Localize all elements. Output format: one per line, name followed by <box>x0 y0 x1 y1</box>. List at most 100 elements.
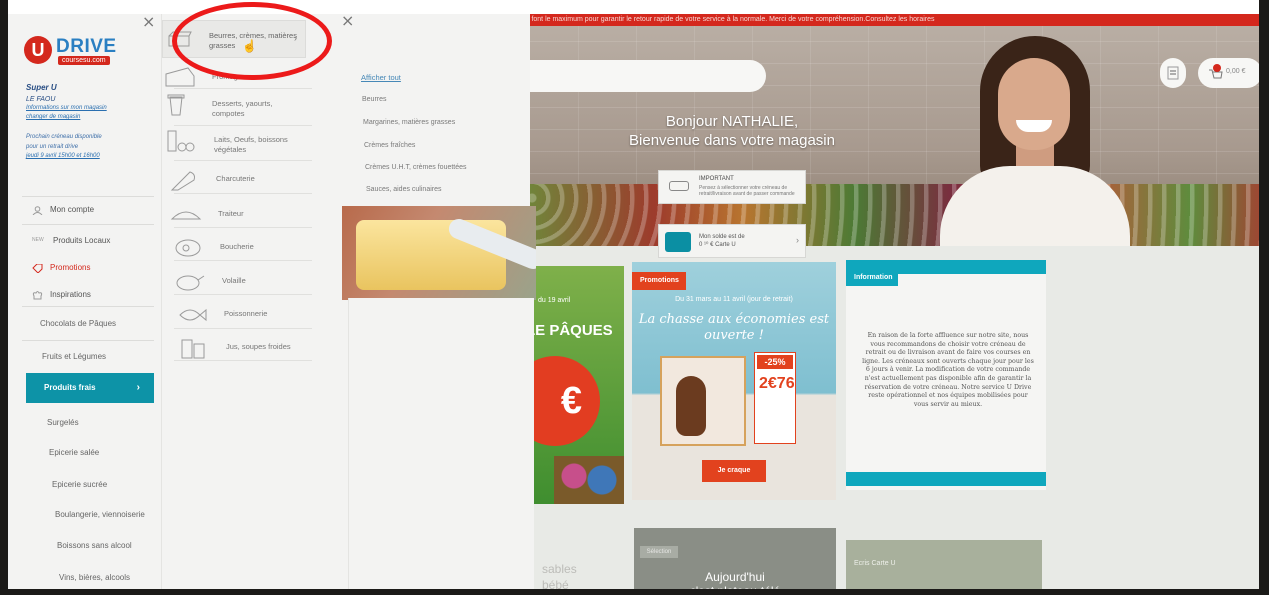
divider <box>174 125 312 126</box>
divider <box>174 328 312 329</box>
notepad-icon <box>1167 66 1179 80</box>
close-icon[interactable]: × <box>341 13 354 29</box>
cart-icon <box>1209 69 1223 79</box>
category-surgeles[interactable]: Surgelés <box>47 418 79 427</box>
menu-label: Produits Locaux <box>53 236 111 245</box>
important-title: IMPORTANT <box>699 176 734 182</box>
category-boulangerie[interactable]: Boulangerie, viennoiserie <box>55 510 145 519</box>
welcome-line: Bienvenue dans votre magasin <box>629 132 835 149</box>
promotions-tag: Promotions <box>632 272 686 290</box>
panel-separator <box>340 14 348 595</box>
menu-item-mon-compte[interactable]: Mon compte <box>32 205 94 216</box>
divider <box>22 196 154 197</box>
subcategory-jus[interactable]: Jus, soupes froides <box>181 339 291 359</box>
subcategory-label: Laits, Oeufs, boissons végétales <box>214 135 288 154</box>
screen-bezel <box>1259 0 1269 595</box>
divider <box>174 294 312 295</box>
store-name: Super U <box>26 83 57 92</box>
subcategory-poissonnerie[interactable]: Poissonnerie <box>179 308 267 322</box>
promotions-card[interactable]: Promotions Du 31 mars au 11 avril (jour … <box>632 262 836 500</box>
information-card: Information En raison de la forte afflue… <box>846 260 1046 490</box>
cart-button[interactable]: 0,00 € <box>1198 58 1262 88</box>
easter-promo-title: LE PÂQUES <box>534 322 613 339</box>
logo-name: DRIVE <box>56 36 117 57</box>
category-vins[interactable]: Vins, bières, alcools <box>59 573 130 582</box>
subcategory-traiteur[interactable]: Traiteur <box>170 209 244 220</box>
traiteur-icon <box>170 211 202 220</box>
chef-hat-icon <box>32 290 43 300</box>
change-store-link[interactable]: changer de magasin <box>26 114 80 120</box>
search-input[interactable] <box>520 60 766 92</box>
menu-label: Inspirations <box>50 290 91 299</box>
plateau-line1: Aujourd'hui <box>705 570 765 584</box>
je-craque-button[interactable]: Je craque <box>702 460 766 482</box>
subcategory-label: Desserts, yaourts, compotes <box>212 99 273 118</box>
carte-u-tile[interactable]: Ecris Carte U <box>846 540 1042 595</box>
subsub-item[interactable]: Crèmes fraîches <box>364 142 415 149</box>
subcategory-volaille[interactable]: Volaille <box>176 275 246 291</box>
easter-promo-banner[interactable]: du 19 avril LE PÂQUES € <box>534 266 624 504</box>
u-drive-logo[interactable]: U DRIVE coursesu.com <box>24 36 116 66</box>
subcategory-label: Charcuterie <box>216 174 255 183</box>
menu-item-inspirations[interactable]: Inspirations <box>32 290 91 300</box>
subsub-item[interactable]: Sauces, aides culinaires <box>366 186 442 193</box>
category-label: Produits frais <box>44 383 96 392</box>
subcategory-laits-oeufs[interactable]: Laits, Oeufs, boissons végétales <box>167 130 304 155</box>
promotions-date: Du 31 mars au 11 avril (jour de retrait) <box>675 296 793 303</box>
shopping-list-button[interactable] <box>1160 58 1186 88</box>
plateau-tele-tile[interactable]: Sélection Aujourd'hui c'est plateau-télé <box>634 528 836 595</box>
show-all-link[interactable]: Afficher tout <box>361 73 401 82</box>
logo-letter: U <box>24 36 52 64</box>
subsub-item[interactable]: Crèmes U.H.T, crèmes fouettées <box>365 164 467 171</box>
price-offer-box: -25% 2€76 <box>754 352 796 444</box>
balance-line2: 0 ¹⁰ € Carte U <box>699 242 736 248</box>
vegetable-stall <box>520 184 1265 246</box>
store-city: LE FAOU <box>26 96 56 103</box>
menu-label: Promotions <box>50 263 91 272</box>
information-text: En raison de la forte affluence sur notr… <box>862 332 1034 408</box>
close-icon[interactable]: × <box>142 14 155 30</box>
divider <box>174 88 312 89</box>
screen-photo: s font le maximum pour garantir le retou… <box>0 0 1269 595</box>
menu-item-promotions[interactable]: Promotions <box>32 263 91 274</box>
subsub-item[interactable]: Beurres <box>362 96 387 103</box>
easter-eggs-image <box>554 456 624 504</box>
loyalty-card-icon <box>665 232 691 252</box>
carte-u-tag: Ecris Carte U <box>854 560 896 567</box>
easter-promo-date: du 19 avril <box>538 297 571 304</box>
category-epicerie-salee[interactable]: Epicerie salée <box>49 448 99 457</box>
storefront-page: s font le maximum pour garantir le retou… <box>520 14 1265 595</box>
yogurt-icon <box>167 94 185 116</box>
divider <box>174 160 312 161</box>
info-footer-bar <box>846 472 1046 486</box>
loyalty-balance[interactable]: Mon solde est de 0 ¹⁰ € Carte U › <box>658 224 806 258</box>
subcategory-boucherie[interactable]: Boucherie <box>175 239 254 257</box>
category-produits-frais[interactable]: Produits frais › <box>26 373 154 403</box>
divider <box>174 227 312 228</box>
category-boissons[interactable]: Boissons sans alcool <box>57 541 132 550</box>
subsub-item[interactable]: Margarines, matières grasses <box>363 119 455 126</box>
important-text: Pensez à sélectionner votre créneau de r… <box>699 185 795 197</box>
subcategory-label: Traiteur <box>218 209 244 218</box>
important-notice[interactable]: IMPORTANT Pensez à sélectionner votre cr… <box>658 170 806 204</box>
butter-photo <box>342 206 536 300</box>
subcategory-desserts[interactable]: Desserts, yaourts, compotes <box>167 94 302 119</box>
next-slot-link[interactable]: jeudi 9 avril 15h00 et 16h00 <box>26 153 100 159</box>
category-chocolats[interactable]: Chocolats de Pâques <box>40 319 116 328</box>
category-epicerie-sucree[interactable]: Epicerie sucrée <box>52 480 107 489</box>
store-info-link[interactable]: Informations sur mon magasin <box>26 105 107 111</box>
ham-icon <box>170 171 195 191</box>
cart-amount: 0,00 € <box>1226 68 1246 75</box>
subcategory-charcuterie[interactable]: Charcuterie <box>170 171 255 191</box>
divider <box>174 360 312 361</box>
milk-eggs-icon <box>167 130 195 152</box>
divider <box>22 306 154 307</box>
category-fruits-legumes[interactable]: Fruits et Légumes <box>42 352 106 361</box>
menu-item-produits-locaux[interactable]: NEW Produits Locaux <box>32 236 110 245</box>
chocolate-product-box <box>660 356 746 446</box>
cheese-icon <box>165 67 195 87</box>
promotions-slogan: La chasse aux économies est ouverte ! <box>638 312 830 343</box>
subcategory-label: Jus, soupes froides <box>226 342 291 351</box>
cart-count-badge <box>1213 64 1221 72</box>
main-menu-panel: U DRIVE coursesu.com Super U LE FAOU Inf… <box>8 14 162 595</box>
